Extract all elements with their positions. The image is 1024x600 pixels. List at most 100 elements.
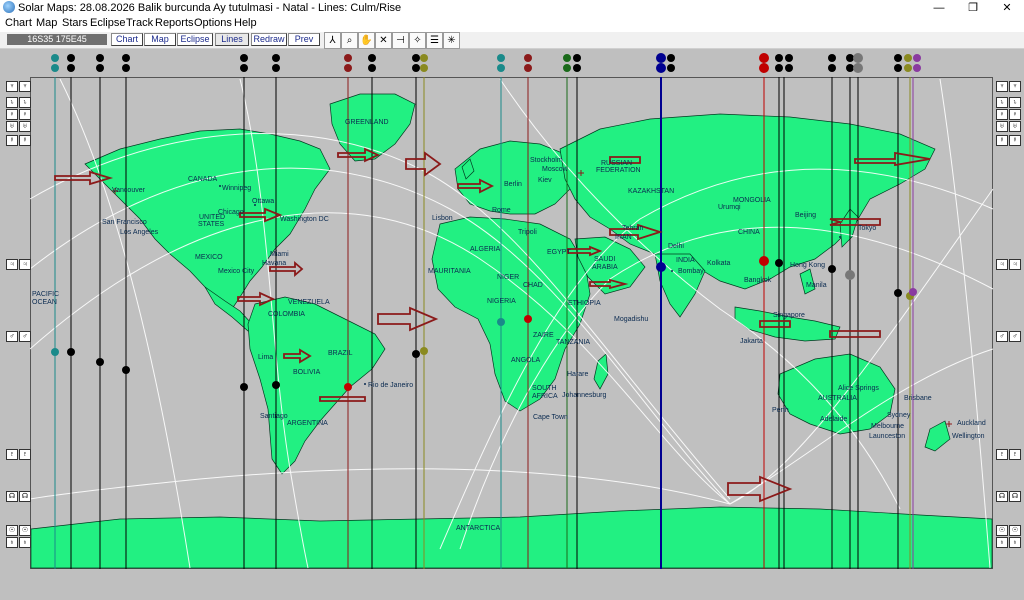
menu-help[interactable]: Help: [234, 17, 257, 29]
map-label: Vancouver: [112, 187, 145, 194]
map-label: Tehran: [622, 225, 644, 232]
planet-marker: [846, 54, 854, 62]
planet-marker: [96, 54, 104, 62]
map-label: Beijing: [795, 212, 817, 219]
map-label: ANGOLA: [511, 357, 541, 364]
list-icon[interactable]: ☰: [426, 32, 443, 49]
map-label: Mexico City: [218, 268, 255, 275]
star-icon[interactable]: ✧: [409, 32, 426, 49]
planet-marker: [344, 64, 352, 72]
planet-marker: [759, 53, 769, 63]
map-label: Jakarta: [740, 338, 763, 345]
planet-marker: [420, 64, 428, 72]
planet-marker: [894, 64, 902, 72]
side-glyph-left: ♄: [19, 97, 31, 108]
side-glyph-left: ♅: [19, 121, 31, 132]
map-label: BOLIVIA: [293, 369, 321, 376]
planet-marker: [785, 64, 793, 72]
planet-marker: [240, 64, 248, 72]
map-label: Kolkata: [707, 260, 731, 267]
map-label: TANZANIA: [556, 339, 591, 346]
planet-marker: [96, 358, 104, 366]
planet-marker: [563, 64, 571, 72]
side-glyph-right: ☉: [1009, 525, 1021, 536]
menu-options[interactable]: Options: [194, 17, 232, 29]
map-label: IRAN: [615, 234, 632, 241]
map-label: Miami: [270, 251, 289, 258]
antarctica: [30, 506, 993, 569]
zoom-icon[interactable]: ⌕: [341, 32, 358, 49]
map-label: Los Angeles: [120, 229, 159, 236]
map-label: Tokyo: [858, 225, 877, 232]
minimize-button[interactable]: —: [922, 0, 956, 16]
map-label: Cape Town: [533, 414, 568, 421]
planet-marker: [344, 54, 352, 62]
arrow-annotation: [829, 330, 881, 338]
lines-button[interactable]: Lines: [215, 33, 249, 46]
side-glyph-left: ☿: [6, 135, 18, 146]
top-planet-markers: [51, 53, 921, 73]
side-glyph-right: ♂: [996, 331, 1008, 342]
chart-button[interactable]: Chart: [111, 33, 143, 46]
side-glyph-left: ♇: [19, 449, 31, 460]
planet-marker: [775, 259, 783, 267]
grid-icon[interactable]: ✳: [443, 32, 460, 49]
planet-marker: [667, 64, 675, 72]
map-label: Melbourne: [871, 423, 905, 430]
map-label: Launceston: [869, 433, 906, 440]
map-label: MAURITANIA: [428, 268, 471, 275]
hand-icon[interactable]: ✋: [358, 32, 375, 49]
pin-icon[interactable]: ⊣: [392, 32, 409, 49]
world-map-svg[interactable]: [0, 49, 1024, 600]
close-button[interactable]: ✕: [990, 0, 1024, 16]
menu-stars[interactable]: Stars: [62, 17, 88, 29]
map-label: Hong Kong: [790, 262, 826, 269]
map-label: GREENLAND: [345, 119, 389, 126]
map-label: Brisbane: [904, 395, 932, 402]
side-glyph-right: ♅: [996, 121, 1008, 132]
map-label: San Francisco: [102, 219, 147, 226]
menu-track[interactable]: Track: [126, 17, 153, 29]
planet-marker: [122, 54, 130, 62]
map-button[interactable]: Map: [144, 33, 176, 46]
side-glyph-left: ♆: [6, 81, 18, 92]
map-area: ♆ ♆ ♄ ♄ ♀ ♀ ♅ ♅ ☿ ☿ ♃ ♃ ♂ ♂ ♇ ♇ ☊ ☊ ☉ ☉ …: [0, 49, 1024, 600]
europe: [454, 140, 576, 215]
map-label: Ottawa: [252, 198, 275, 205]
side-glyph-right: ♃: [1009, 259, 1021, 270]
planet-marker: [51, 348, 59, 356]
menu-eclipse[interactable]: Eclipse: [90, 17, 125, 29]
planet-marker: [759, 256, 769, 266]
planet-marker: [497, 318, 505, 326]
compass-icon[interactable]: ⅄: [324, 32, 341, 49]
menu-reports[interactable]: Reports: [155, 17, 194, 29]
side-glyph-right: ♁: [996, 537, 1008, 548]
city-dot: [839, 236, 841, 238]
side-glyph-right: ♅: [1009, 121, 1021, 132]
side-glyph-right: ♆: [996, 81, 1008, 92]
map-label: Johannesburg: [562, 392, 607, 399]
planet-marker: [240, 383, 248, 391]
app-globe-icon: [3, 1, 15, 13]
map-label: SOUTH: [532, 385, 557, 392]
map-label: Harare: [567, 371, 589, 378]
coordinates-readout: 16S35 175E45: [7, 34, 107, 45]
planet-marker: [656, 262, 666, 272]
maximize-button[interactable]: ❐: [956, 0, 990, 16]
redraw-button[interactable]: Redraw: [251, 33, 287, 46]
planet-marker: [846, 64, 854, 72]
side-glyph-right: ♀: [1009, 109, 1021, 120]
side-glyph-left: ♅: [6, 121, 18, 132]
planet-marker: [828, 265, 836, 273]
menu-chart[interactable]: Chart: [5, 17, 32, 29]
planet-marker: [775, 64, 783, 72]
side-glyph-left: ♂: [19, 331, 31, 342]
map-label: ANTARCTICA: [456, 525, 501, 532]
map-label: Lisbon: [432, 215, 453, 222]
cross-tool-icon[interactable]: ✕: [375, 32, 392, 49]
prev-button[interactable]: Prev: [288, 33, 320, 46]
side-glyph-left: ♆: [19, 81, 31, 92]
menu-map[interactable]: Map: [36, 17, 57, 29]
eclipse-button[interactable]: Eclipse: [177, 33, 213, 46]
map-label: INDIA: [676, 257, 695, 264]
